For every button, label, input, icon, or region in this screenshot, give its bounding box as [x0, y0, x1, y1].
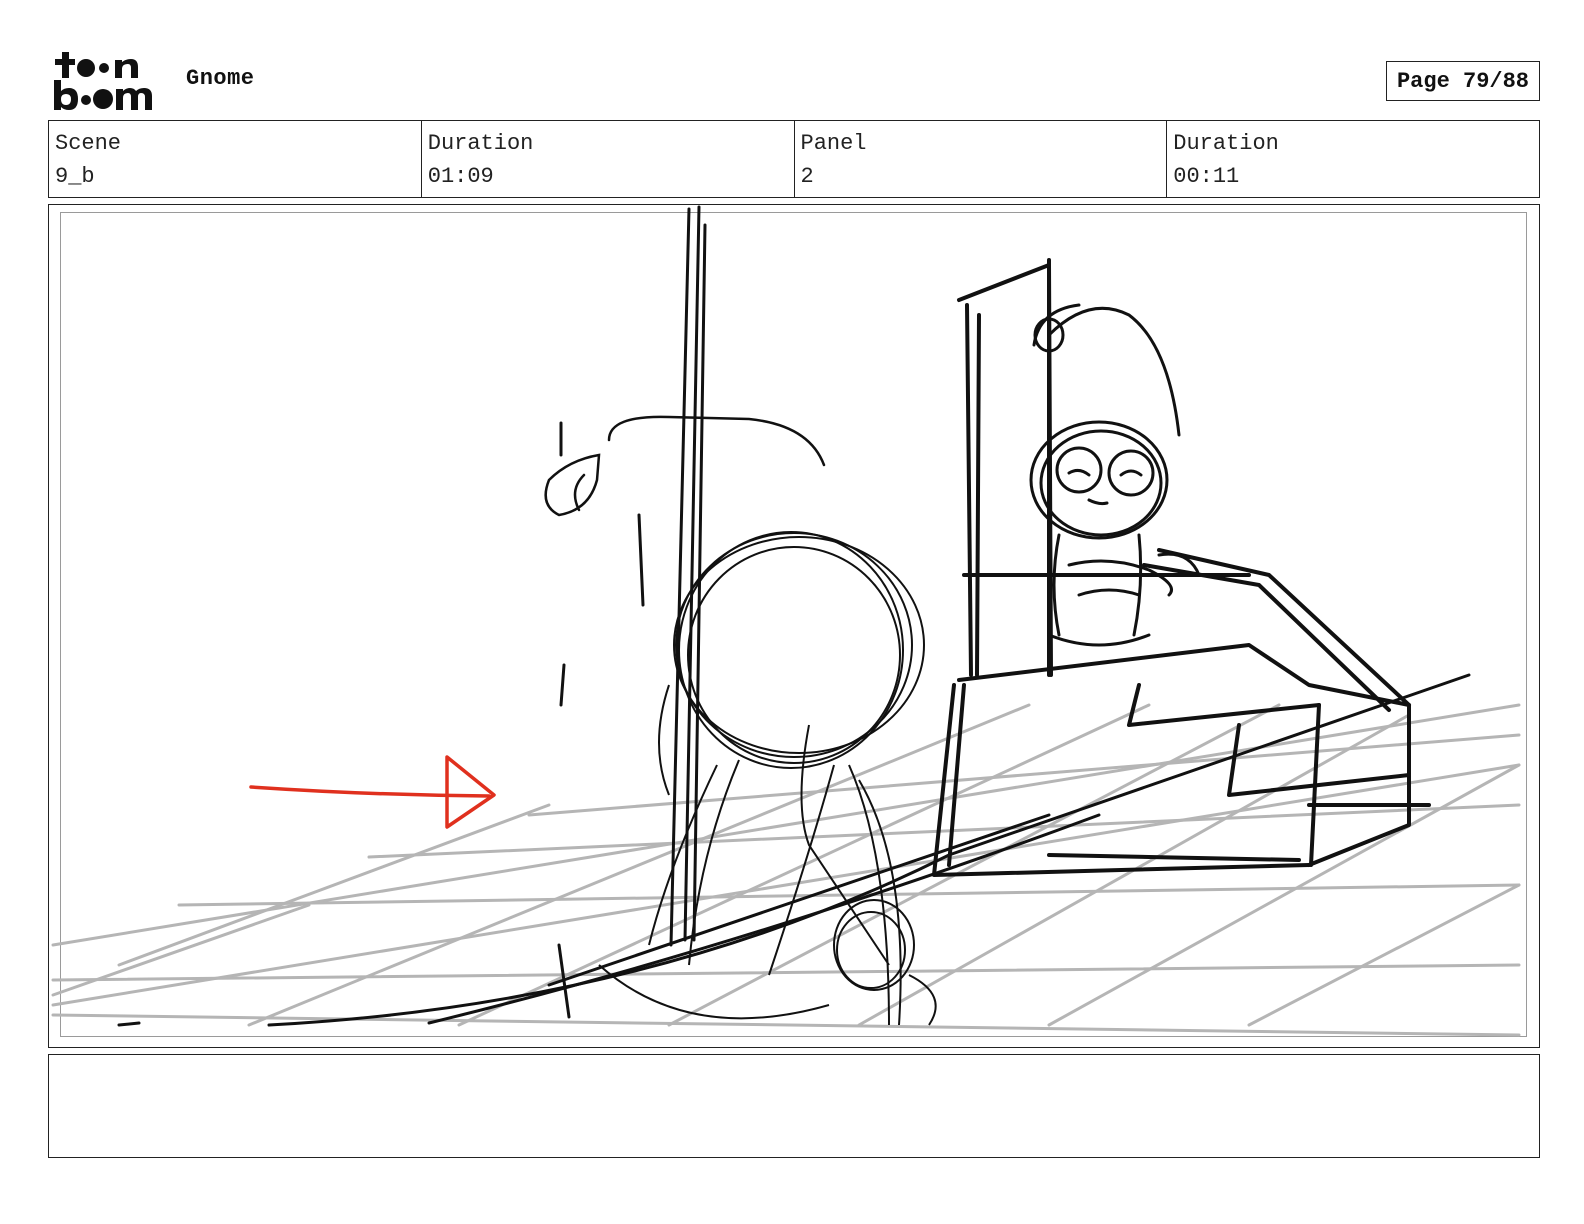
- panel-cell: Panel 2: [795, 121, 1168, 197]
- panel-sketch: [51, 205, 1521, 1037]
- scene-cell: Scene 9_b: [49, 121, 422, 197]
- panel-duration-label: Duration: [1173, 131, 1279, 156]
- page-number-badge: Page 79/88: [1386, 61, 1540, 101]
- panel-value: 2: [800, 164, 814, 189]
- scene-value: 9_b: [55, 164, 95, 189]
- scene-info-table: Scene 9_b Duration 01:09 Panel 2 Duratio…: [48, 120, 1540, 198]
- panel-notes-box: [48, 1054, 1540, 1158]
- toon-boom-logo: [52, 50, 164, 112]
- panel-duration-value: 00:11: [1173, 164, 1240, 189]
- scene-duration-label: Duration: [427, 131, 534, 156]
- panel-duration-cell: Duration 00:11: [1167, 121, 1539, 197]
- scene-duration-value: 01:09: [427, 164, 494, 189]
- direction-arrow: [249, 755, 496, 829]
- panel-label: Panel: [800, 131, 867, 156]
- scene-label: Scene: [55, 131, 122, 156]
- project-title: Gnome: [186, 66, 255, 91]
- scene-duration-cell: Duration 01:09: [422, 121, 795, 197]
- floor-grid: [51, 703, 1521, 1037]
- storyboard-panel: [48, 204, 1540, 1048]
